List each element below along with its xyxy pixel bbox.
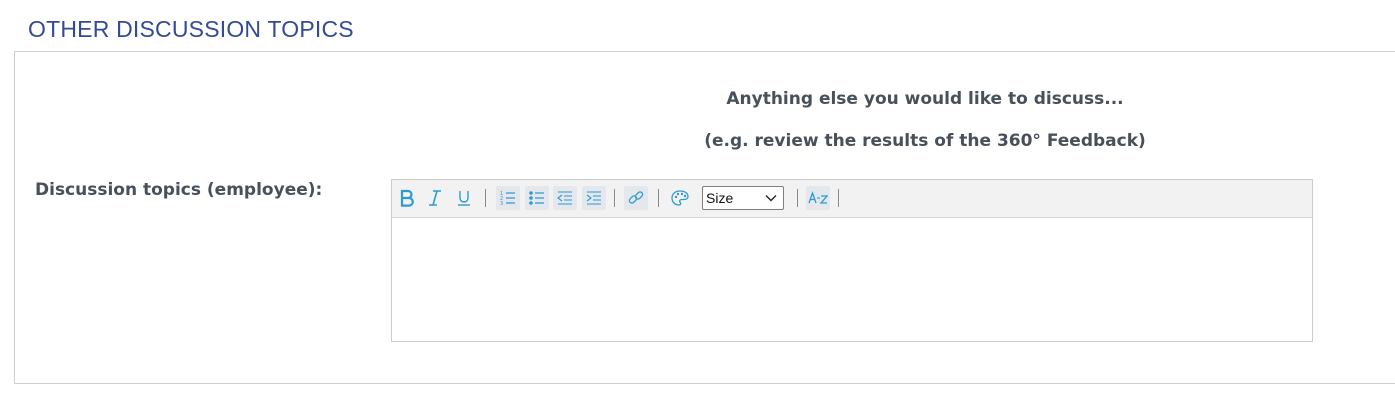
underline-icon	[458, 191, 470, 206]
ordered-list-icon: 1 2 3	[500, 191, 515, 207]
bold-button[interactable]	[395, 186, 419, 210]
font-size-select[interactable]: Size	[702, 186, 784, 210]
outdent-button[interactable]	[553, 186, 577, 210]
discussion-topics-editor[interactable]	[392, 218, 1312, 341]
indent-button[interactable]	[582, 186, 606, 210]
bullet-list-icon	[529, 191, 544, 205]
toolbar-separator	[658, 189, 659, 207]
chevron-down-icon	[765, 195, 777, 202]
toolbar-separator	[485, 189, 486, 207]
color-palette-icon	[671, 190, 689, 206]
font-size-value: Size	[706, 190, 734, 206]
remove-format-icon	[808, 191, 828, 204]
italic-button[interactable]	[423, 186, 447, 210]
toolbar-separator	[614, 189, 615, 207]
link-icon	[628, 191, 644, 204]
bullet-list-button[interactable]	[525, 186, 549, 210]
svg-text:3: 3	[500, 201, 503, 207]
bold-icon	[400, 189, 414, 207]
toolbar-separator	[797, 189, 798, 207]
italic-icon	[429, 190, 441, 206]
link-button[interactable]	[624, 186, 648, 210]
toolbar-separator	[838, 189, 839, 207]
color-palette-button[interactable]	[668, 186, 692, 210]
intro-example: (e.g. review the results of the 360° Fee…	[704, 131, 1146, 151]
discussion-topics-label: Discussion topics (employee):	[35, 180, 323, 200]
indent-icon	[586, 191, 601, 205]
rich-text-editor: 1 2 3 Size	[391, 179, 1313, 342]
section-title: OTHER DISCUSSION TOPICS	[28, 16, 354, 42]
remove-format-button[interactable]	[806, 186, 830, 210]
underline-button[interactable]	[452, 186, 476, 210]
outdent-icon	[557, 191, 572, 205]
editor-toolbar: 1 2 3 Size	[392, 180, 1312, 218]
intro-heading: Anything else you would like to discuss.…	[726, 89, 1124, 109]
ordered-list-button[interactable]: 1 2 3	[496, 186, 520, 210]
